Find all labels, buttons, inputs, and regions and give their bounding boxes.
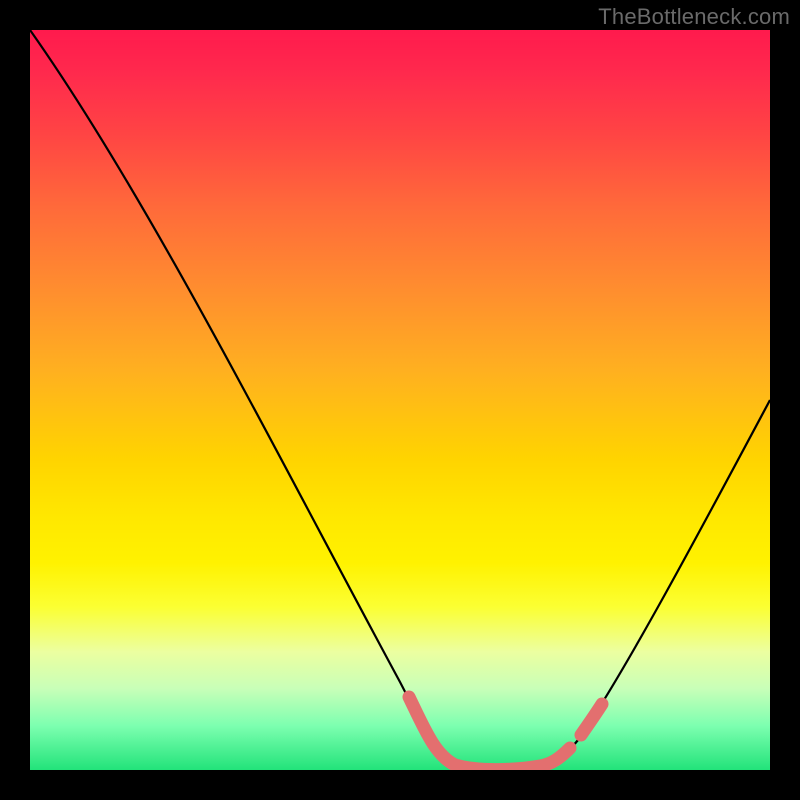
tolerance-band-main bbox=[409, 697, 570, 770]
tolerance-band-right bbox=[581, 704, 602, 735]
bottleneck-curve-svg bbox=[30, 30, 770, 770]
bottleneck-curve-path bbox=[30, 30, 770, 770]
plot-area bbox=[30, 30, 770, 770]
watermark-text: TheBottleneck.com bbox=[598, 4, 790, 30]
chart-frame: TheBottleneck.com bbox=[0, 0, 800, 800]
